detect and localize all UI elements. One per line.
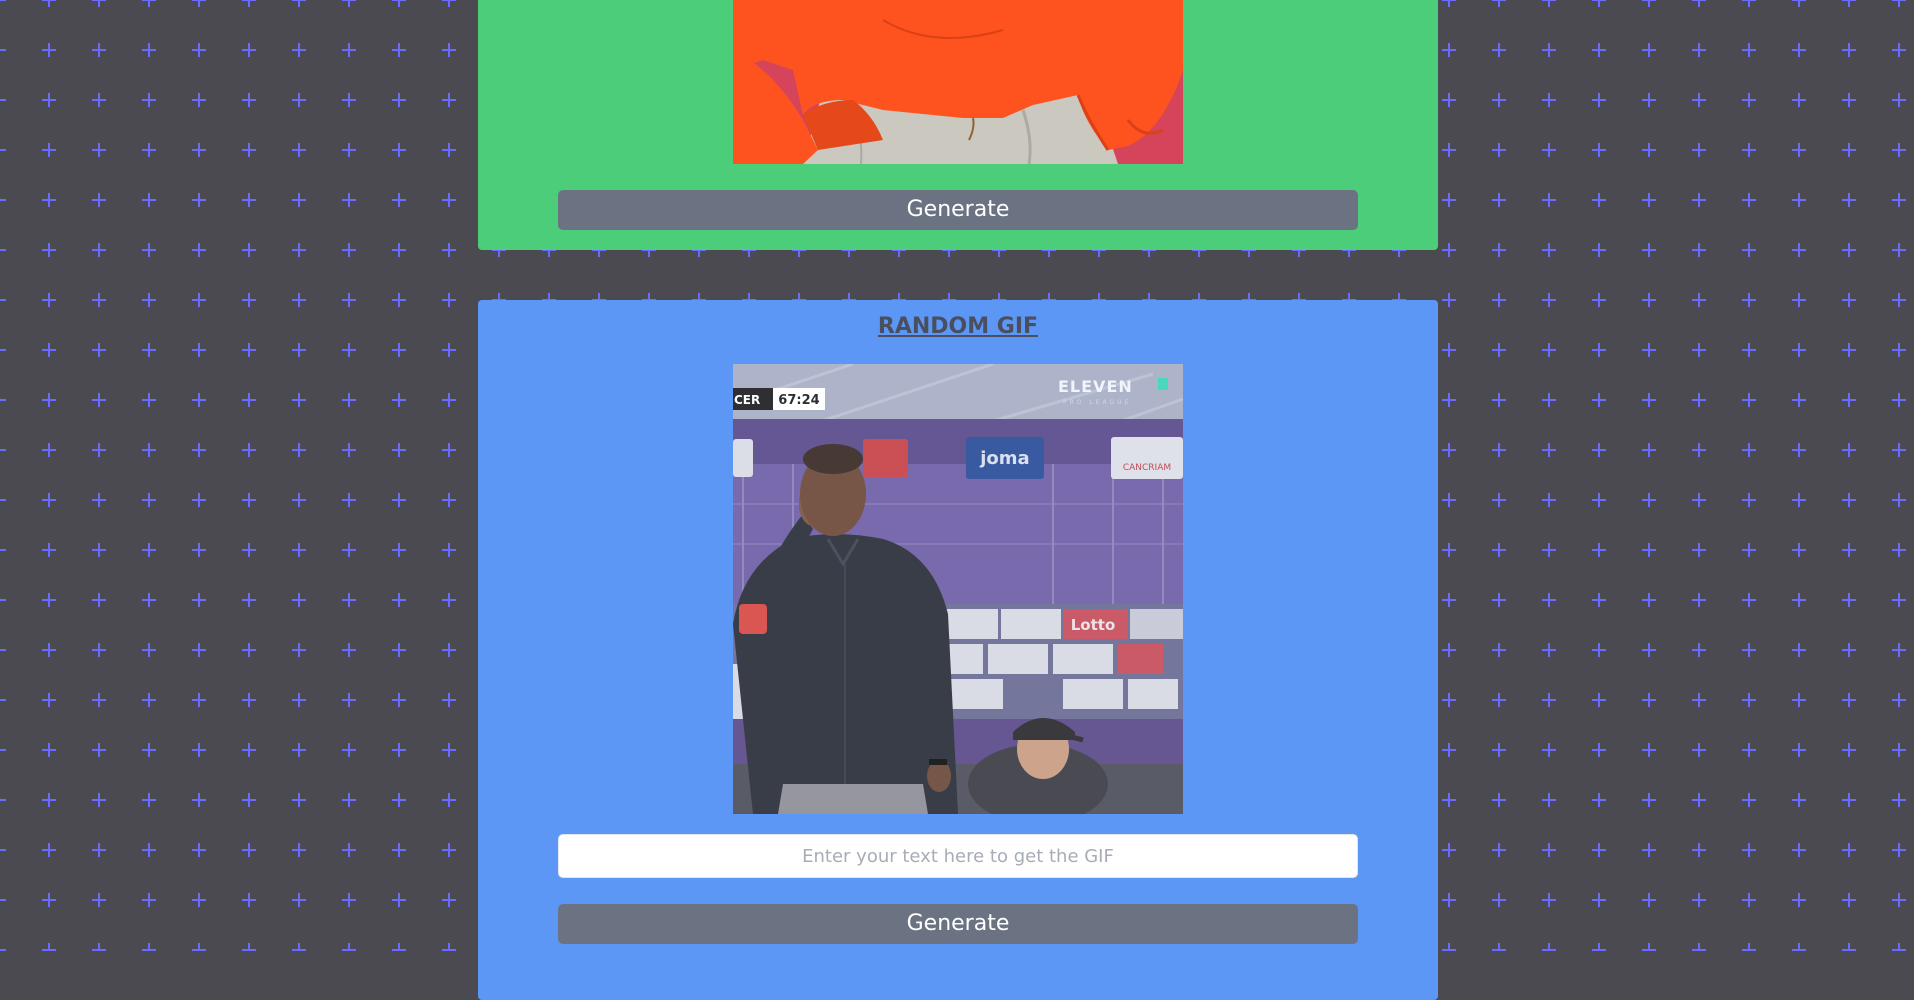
tag-generate-button[interactable]: Generate (558, 190, 1358, 230)
random-gif-title: RANDOM GIF (877, 314, 1039, 339)
tag-gif-image (733, 0, 1183, 164)
random-gif-card: RANDOM GIF joma CANCRIAM Lotto CER 67:24… (478, 300, 1438, 1000)
random-gif-image: joma CANCRIAM Lotto CER 67:24 ELEVEN PRO… (733, 364, 1183, 814)
gif-search-input[interactable] (558, 834, 1358, 878)
tag-gif-card: Generate (478, 0, 1438, 250)
random-generate-button[interactable]: Generate (558, 904, 1358, 944)
